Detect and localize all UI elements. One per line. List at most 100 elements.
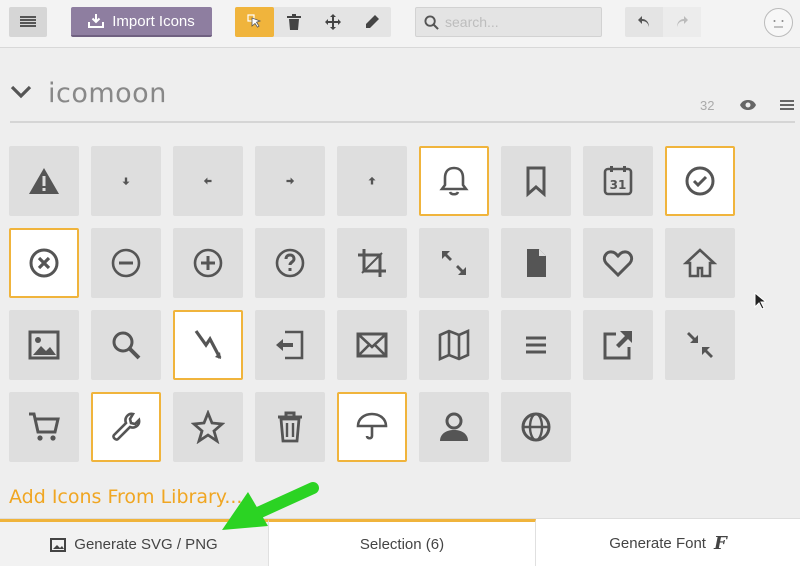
- icon-tile[interactable]: [91, 146, 161, 216]
- icon-tile[interactable]: [665, 146, 735, 216]
- icon-tile[interactable]: [337, 310, 407, 380]
- icon-tile[interactable]: [91, 392, 161, 462]
- svg-text:31: 31: [610, 178, 627, 192]
- icon-tile[interactable]: [255, 146, 325, 216]
- expand-icon: [442, 251, 466, 275]
- main-menu-button[interactable]: [9, 7, 47, 37]
- image-icon: [50, 537, 67, 552]
- hamburger-icon: [20, 16, 36, 27]
- tool-group: [235, 7, 391, 37]
- icon-tile[interactable]: [583, 228, 653, 298]
- cart-icon: [29, 412, 60, 441]
- bottom-bar: Generate SVG / PNG Selection (6) Generat…: [0, 518, 800, 566]
- icon-tile[interactable]: [337, 228, 407, 298]
- avatar[interactable]: [764, 8, 793, 37]
- icon-tile[interactable]: [419, 392, 489, 462]
- selection-label: Selection (6): [359, 536, 445, 553]
- history-group: [625, 7, 701, 37]
- plus-circle-icon: [193, 248, 223, 278]
- generate-font-button[interactable]: Generate Font F: [536, 519, 800, 566]
- face-icon: [773, 20, 784, 28]
- mail-icon: [356, 332, 388, 358]
- icon-tile[interactable]: 31: [583, 146, 653, 216]
- search-input[interactable]: [445, 14, 595, 30]
- calendar-icon: 31: [603, 166, 633, 196]
- icon-tile[interactable]: [91, 228, 161, 298]
- trash-icon: [286, 14, 301, 30]
- map-icon: [438, 328, 470, 362]
- arrow-right-icon: [286, 177, 295, 185]
- icon-tile[interactable]: [501, 310, 571, 380]
- icon-tile[interactable]: [419, 146, 489, 216]
- icon-tile[interactable]: [665, 228, 735, 298]
- icon-tile[interactable]: [91, 310, 161, 380]
- move-icon: [324, 14, 341, 30]
- icon-tile[interactable]: [337, 392, 407, 462]
- import-icons-button[interactable]: Import Icons: [71, 7, 212, 37]
- icon-tile[interactable]: [665, 310, 735, 380]
- file-icon: [527, 249, 546, 277]
- menu-icon: [526, 336, 546, 354]
- top-toolbar: Import Icons: [0, 0, 800, 48]
- icon-tile[interactable]: [419, 228, 489, 298]
- icon-tile[interactable]: [173, 392, 243, 462]
- search-icon: [112, 331, 141, 360]
- select-icon: [246, 14, 261, 28]
- icon-tile[interactable]: [501, 392, 571, 462]
- chevron-down-icon[interactable]: [10, 84, 32, 100]
- login-icon: [276, 330, 304, 360]
- redo-button[interactable]: [663, 7, 701, 37]
- arrow-up-icon: [368, 176, 376, 185]
- checkmark-circle-icon: [685, 166, 715, 196]
- icon-tile[interactable]: [501, 228, 571, 298]
- import-icon: [88, 14, 105, 28]
- set-menu-icon[interactable]: [780, 99, 794, 111]
- icon-tile[interactable]: [173, 228, 243, 298]
- redo-icon: [677, 16, 688, 27]
- heart-icon: [602, 250, 634, 278]
- lightning-icon: [194, 330, 222, 359]
- select-tool-button[interactable]: [235, 7, 274, 37]
- close-circle-icon: [29, 248, 59, 278]
- undo-icon: [638, 16, 649, 27]
- add-icons-from-library-link[interactable]: Add Icons From Library...: [9, 486, 242, 508]
- eye-icon[interactable]: [739, 99, 757, 111]
- bookmark-icon: [526, 166, 546, 198]
- pencil-icon: [365, 15, 379, 28]
- icon-tile[interactable]: [9, 392, 79, 462]
- icon-tile[interactable]: [501, 146, 571, 216]
- umbrella-icon: [356, 412, 388, 440]
- wrench-icon: [112, 412, 141, 441]
- home-icon: [683, 248, 717, 278]
- question-circle-icon: [275, 248, 305, 278]
- icon-tile[interactable]: [337, 146, 407, 216]
- icon-tile[interactable]: [173, 310, 243, 380]
- set-divider: [10, 121, 795, 123]
- undo-button[interactable]: [625, 7, 663, 37]
- minus-circle-icon: [111, 248, 141, 278]
- icon-tile[interactable]: [255, 392, 325, 462]
- icon-tile[interactable]: [173, 146, 243, 216]
- search-icon: [424, 14, 439, 30]
- icon-tile[interactable]: [583, 310, 653, 380]
- move-tool-button[interactable]: [313, 7, 352, 37]
- icon-set-header: icomoon 32: [0, 70, 800, 120]
- generate-svg-png-label: Generate SVG / PNG: [74, 536, 218, 553]
- icon-tile[interactable]: [9, 310, 79, 380]
- icon-tile[interactable]: [9, 228, 79, 298]
- icon-tile[interactable]: [9, 146, 79, 216]
- icon-set-title: icomoon: [48, 78, 167, 109]
- edit-tool-button[interactable]: [352, 7, 391, 37]
- trash-can-icon: [278, 411, 302, 443]
- arrow-down-icon: [122, 177, 130, 186]
- icon-tile[interactable]: [255, 310, 325, 380]
- search-box[interactable]: [415, 7, 602, 37]
- arrow-left-icon: [203, 177, 212, 185]
- delete-tool-button[interactable]: [274, 7, 313, 37]
- icon-count: 32: [700, 98, 715, 113]
- icon-tile[interactable]: [255, 228, 325, 298]
- bell-icon: [439, 166, 469, 196]
- annotation-arrow-icon: [222, 482, 319, 530]
- icon-tile[interactable]: [419, 310, 489, 380]
- import-icons-label: Import Icons: [112, 12, 195, 30]
